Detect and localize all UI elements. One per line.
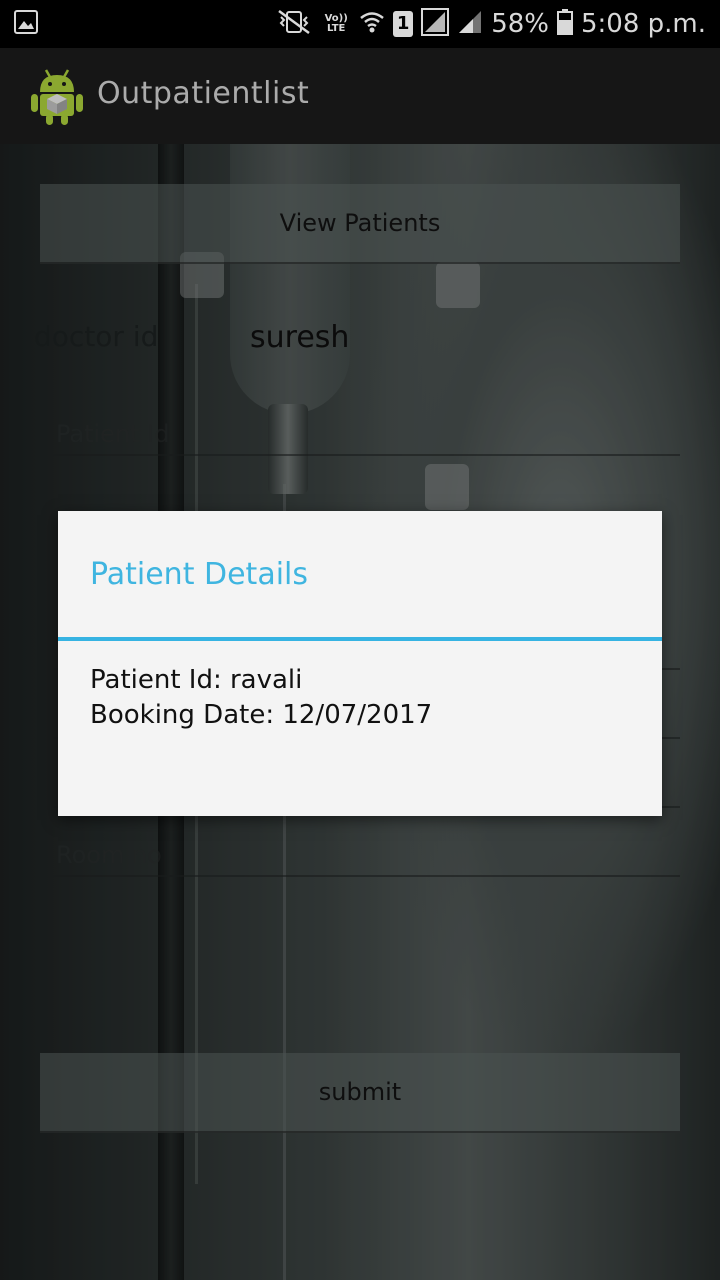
patient-id-line: Patient Id: ravali	[90, 665, 303, 695]
dialog-message: Patient Id: ravali Booking Date: 12/07/2…	[90, 663, 432, 733]
patient-details-dialog: Patient Details Patient Id: ravali Booki…	[58, 511, 662, 816]
dialog-divider	[58, 637, 662, 641]
dialog-title: Patient Details	[90, 557, 308, 592]
booking-date-line: Booking Date: 12/07/2017	[90, 700, 433, 730]
